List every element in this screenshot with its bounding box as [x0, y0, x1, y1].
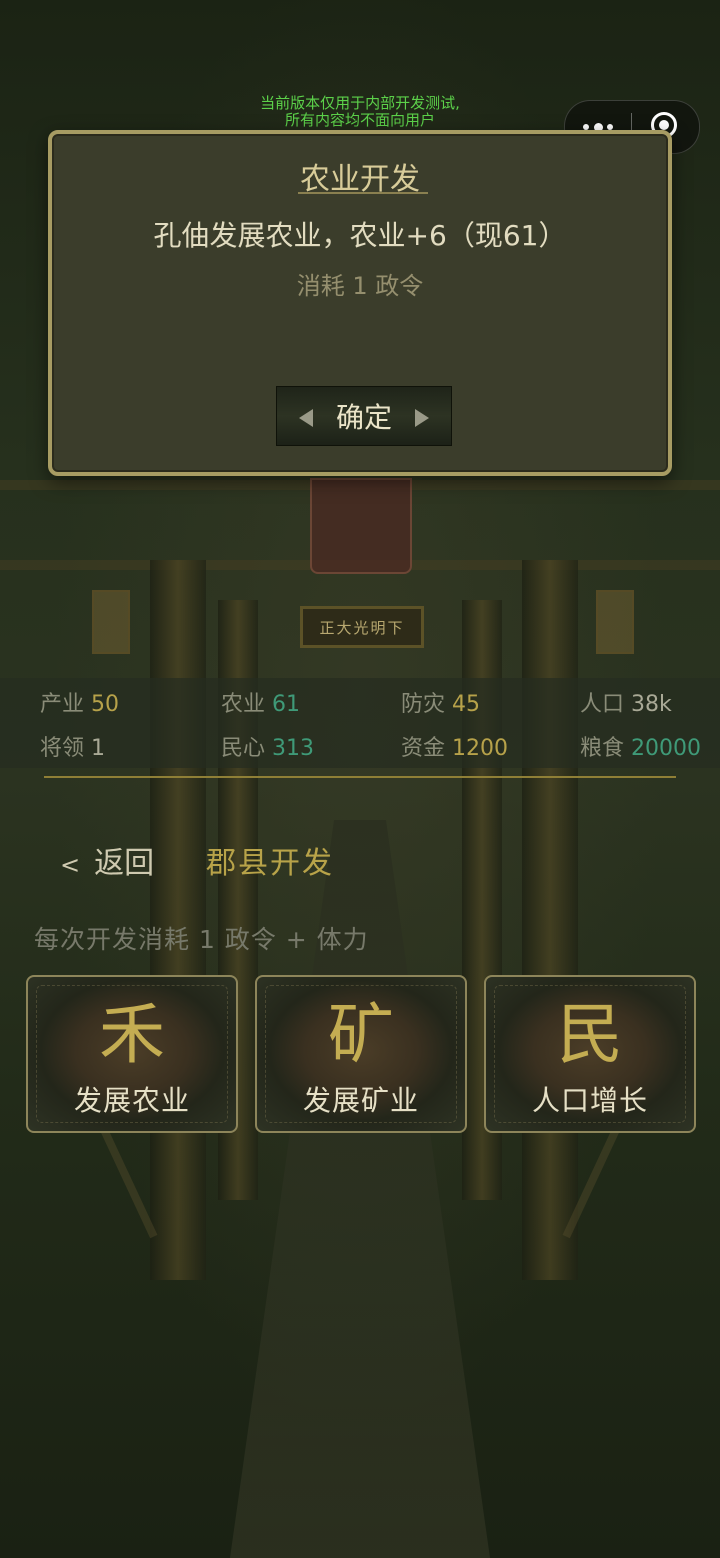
game-screen: 正大光明下 当前版本仅用于内部开发测试, 所有内容均不面向用户 农业开发 孔伷发… — [0, 0, 720, 1558]
dragon-pillar — [522, 560, 578, 1280]
dev-notice-line1: 当前版本仅用于内部开发测试, — [260, 94, 460, 112]
develop-mining-card[interactable]: 矿 发展矿业 — [255, 975, 467, 1133]
stat-industry: 产业 50 — [40, 692, 120, 717]
cost-hint: 每次开发消耗 1 政令 + 体力 — [34, 925, 369, 954]
stat-grain: 粮食 20000 — [580, 736, 702, 761]
dev-notice: 当前版本仅用于内部开发测试, 所有内容均不面向用户 — [220, 95, 500, 129]
confirm-button[interactable]: 确定 — [276, 386, 452, 446]
stat-agriculture: 农业 61 — [221, 692, 301, 717]
develop-agriculture-card[interactable]: 禾 发展农业 — [26, 975, 238, 1133]
people-glyph-icon: 民 — [557, 996, 623, 1073]
grain-glyph-icon: 禾 — [99, 996, 165, 1073]
card-label: 人口增长 — [531, 1084, 648, 1117]
stat-morale: 民心 313 — [221, 736, 315, 761]
back-label: 返回 — [94, 846, 155, 881]
stat-population: 人口 38k — [580, 692, 672, 717]
hall-plaque: 正大光明下 — [300, 606, 424, 648]
stats-bar: 产业 50 农业 61 防灾 45 人口 38k 将领 1 民心 313 资金 … — [0, 678, 720, 768]
page-title: 郡县开发 — [206, 846, 334, 881]
dialog-message: 孔伷发展农业，农业+6（现61） — [153, 219, 567, 252]
stat-disaster-prevention: 防灾 45 — [401, 692, 481, 717]
stat-generals: 将领 1 — [40, 736, 106, 761]
divider — [44, 776, 676, 778]
stat-funds: 资金 1200 — [401, 736, 509, 761]
population-growth-card[interactable]: 民 人口增长 — [484, 975, 696, 1133]
back-button[interactable]: < 返回 — [60, 838, 154, 882]
dev-notice-line2: 所有内容均不面向用户 — [284, 111, 435, 129]
lantern — [596, 590, 634, 654]
card-label: 发展矿业 — [302, 1084, 419, 1117]
title-underline — [298, 192, 428, 194]
lantern — [92, 590, 130, 654]
result-dialog: 农业开发 孔伷发展农业，农业+6（现61） 消耗 1 政令 确定 — [48, 130, 672, 476]
red-door — [310, 478, 412, 574]
back-chevron-icon: < — [60, 851, 81, 879]
card-label: 发展农业 — [73, 1084, 190, 1117]
mine-glyph-icon: 矿 — [328, 996, 394, 1073]
confirm-button-label: 确定 — [335, 401, 392, 434]
dialog-cost: 消耗 1 政令 — [296, 272, 424, 300]
